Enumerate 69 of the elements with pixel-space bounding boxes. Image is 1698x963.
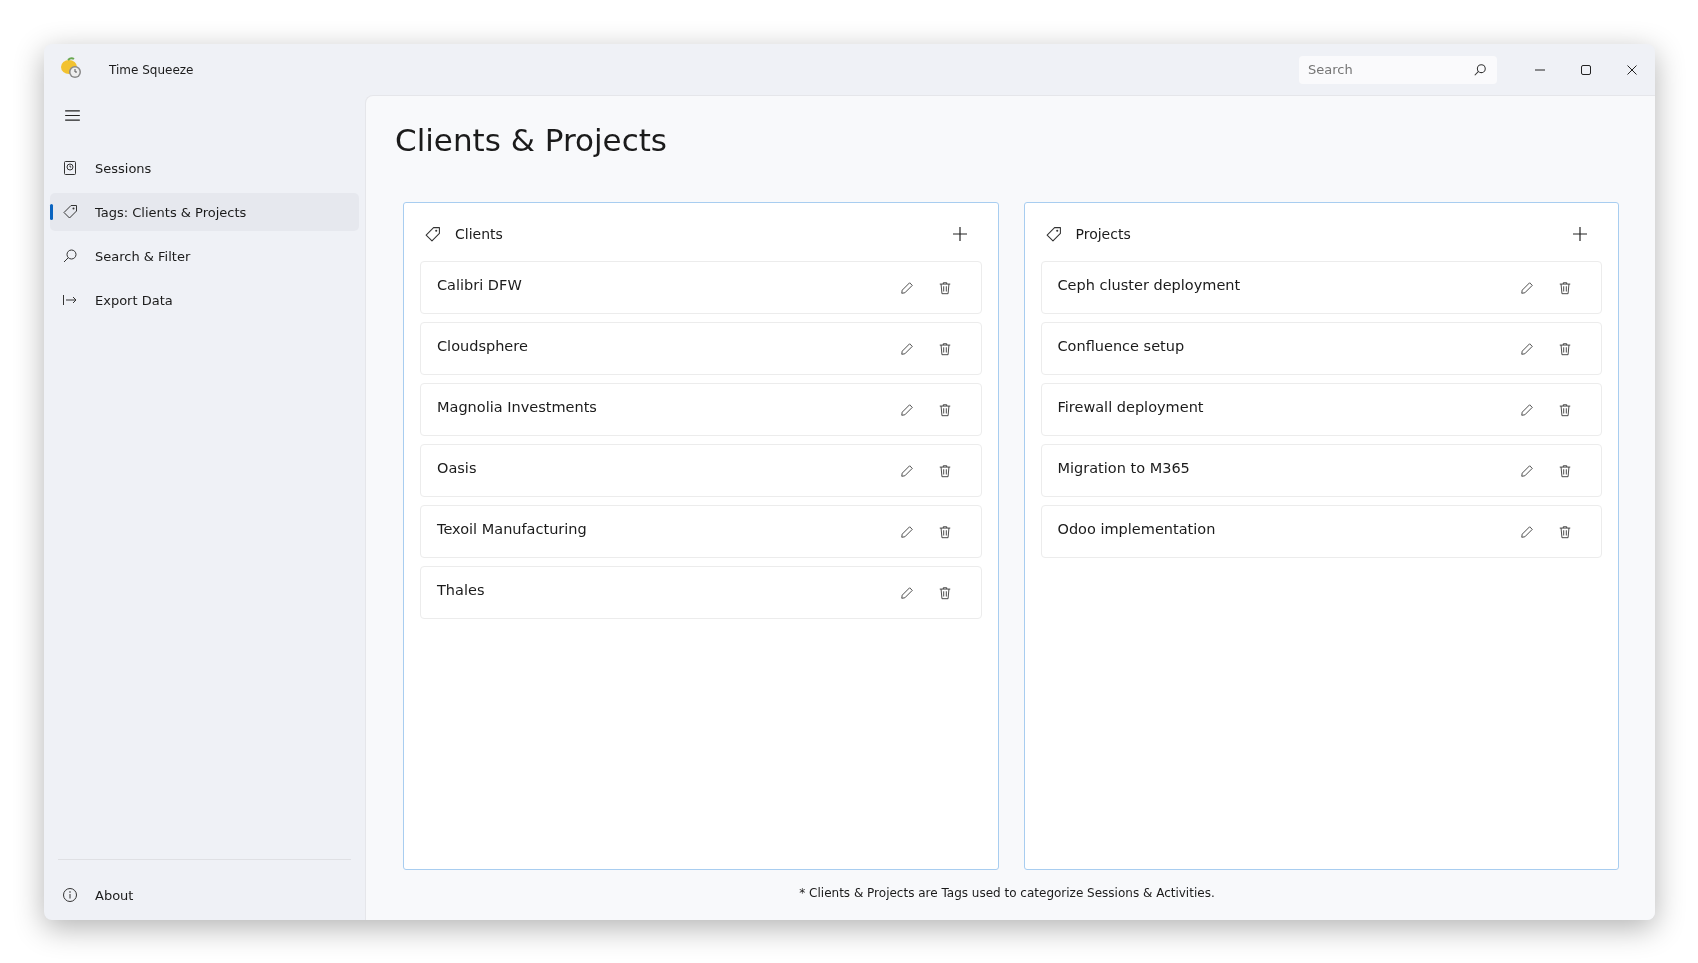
panel-title: Clients bbox=[455, 226, 503, 242]
sidebar-item[interactable]: Export Data bbox=[50, 281, 359, 319]
trash-icon bbox=[1558, 524, 1572, 539]
pencil-icon bbox=[1520, 402, 1534, 417]
pencil-icon bbox=[1520, 341, 1534, 356]
tag-row[interactable]: Cloudsphere bbox=[420, 322, 982, 375]
tag-name: Firewall deployment bbox=[1057, 398, 1205, 415]
tag-name: Cloudsphere bbox=[437, 337, 529, 354]
trash-icon bbox=[1558, 402, 1572, 417]
pencil-icon bbox=[899, 402, 914, 417]
tag-row[interactable]: Firewall deployment bbox=[1040, 383, 1602, 436]
tag-row[interactable]: Confluence setup bbox=[1040, 322, 1602, 375]
sidebar-item[interactable]: Search & Filter bbox=[50, 237, 359, 275]
pencil-icon bbox=[1520, 280, 1534, 295]
tag-name: Magnolia Investments bbox=[437, 398, 598, 415]
pencil-icon bbox=[899, 524, 914, 539]
page-title: Clients & Projects bbox=[395, 122, 668, 158]
tag-row[interactable]: Calibri DFW bbox=[420, 261, 982, 314]
trash-icon bbox=[1558, 463, 1572, 478]
search-icon bbox=[62, 248, 78, 264]
tag-row[interactable]: Oasis bbox=[420, 444, 982, 497]
sidebar-item[interactable]: Tags: Clients & Projects bbox=[50, 193, 359, 231]
info-icon bbox=[62, 887, 78, 903]
maximize-icon bbox=[1580, 63, 1592, 76]
search-icon[interactable] bbox=[1473, 62, 1487, 77]
pencil-icon bbox=[899, 463, 914, 478]
pencil-icon bbox=[1520, 524, 1534, 539]
sidebar-item[interactable]: Sessions bbox=[50, 149, 359, 187]
tag-row[interactable]: Magnolia Investments bbox=[420, 383, 982, 436]
about-item[interactable]: About bbox=[50, 876, 359, 914]
trash-icon bbox=[1558, 341, 1572, 356]
tag-name: Thales bbox=[437, 581, 486, 598]
pencil-icon bbox=[899, 341, 914, 356]
tag-row[interactable]: Odoo implementation bbox=[1040, 505, 1602, 558]
footnote: * Clients & Projects are Tags used to categorize Sessions & Activities. bbox=[798, 886, 1216, 900]
pencil-icon bbox=[899, 280, 914, 295]
plus-icon bbox=[1572, 226, 1588, 242]
plus-icon bbox=[951, 226, 968, 242]
trash-icon bbox=[1558, 280, 1572, 295]
tag-name: Calibri DFW bbox=[437, 276, 523, 293]
panel-title: Projects bbox=[1075, 226, 1131, 242]
tag-icon bbox=[1044, 225, 1062, 243]
tag-row[interactable]: Texoil Manufacturing bbox=[420, 505, 982, 558]
search-field[interactable]: Search bbox=[1299, 55, 1497, 84]
tag-name: Odoo implementation bbox=[1057, 520, 1217, 537]
pencil-icon bbox=[899, 585, 914, 600]
clock-book-icon bbox=[62, 160, 78, 176]
export-arrow-icon bbox=[62, 292, 78, 308]
trash-icon bbox=[937, 280, 952, 295]
tag-icon bbox=[424, 225, 441, 243]
tag-name: Texoil Manufacturing bbox=[437, 520, 588, 537]
window-title: Time Squeeze bbox=[109, 62, 194, 77]
tag-row[interactable]: Migration to M365 bbox=[1040, 444, 1602, 497]
menu-icon bbox=[64, 109, 80, 121]
pencil-icon bbox=[1520, 463, 1534, 478]
tag-icon bbox=[62, 204, 78, 220]
trash-icon bbox=[937, 585, 952, 600]
tag-name: Oasis bbox=[437, 459, 478, 476]
tag-name: Confluence setup bbox=[1057, 337, 1186, 354]
lemon-clock-icon bbox=[59, 55, 83, 80]
trash-icon bbox=[937, 463, 952, 478]
tag-name: Migration to M365 bbox=[1057, 459, 1191, 476]
trash-icon bbox=[937, 341, 952, 356]
tag-name: Ceph cluster deployment bbox=[1057, 276, 1242, 293]
tag-row[interactable]: Ceph cluster deployment bbox=[1040, 261, 1602, 314]
trash-icon bbox=[937, 524, 952, 539]
close-icon bbox=[1626, 63, 1638, 76]
trash-icon bbox=[937, 402, 952, 417]
tag-row[interactable]: Thales bbox=[420, 566, 982, 619]
